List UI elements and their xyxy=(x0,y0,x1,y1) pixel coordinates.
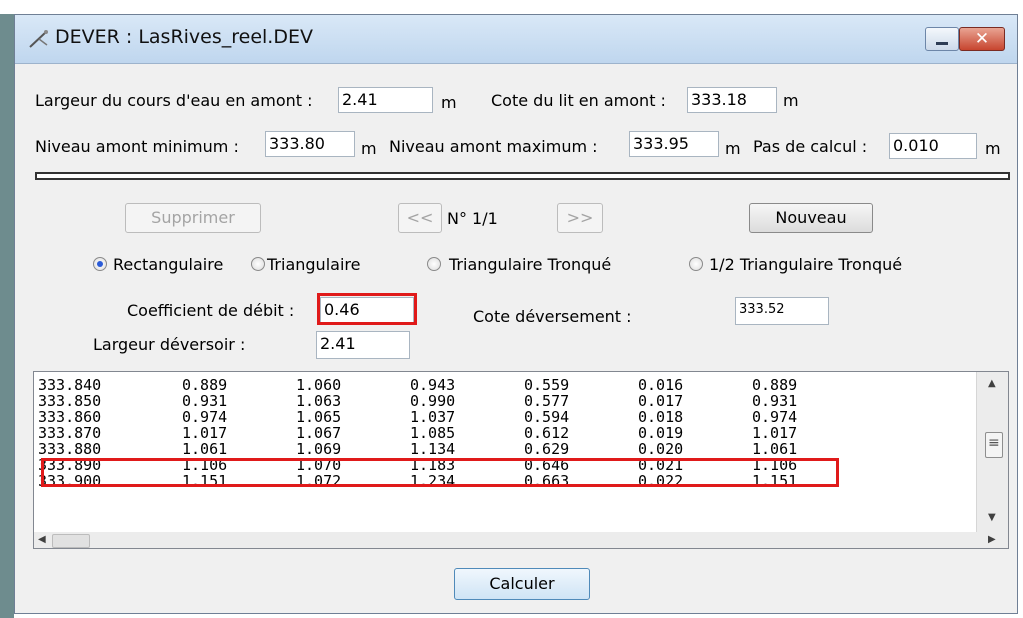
pas-calcul-input[interactable]: 0.010 xyxy=(889,133,977,159)
unit-label: m xyxy=(441,93,457,112)
compass-icon xyxy=(29,30,48,48)
cote-deversement-input[interactable]: 333.52 xyxy=(735,297,829,325)
horizontal-scrollbar[interactable]: ◀ ▶ xyxy=(34,532,1008,548)
cote-deversement-label: Cote déversement : xyxy=(473,307,632,326)
minimize-button[interactable] xyxy=(925,27,959,51)
largeur-deversoir-label: Largeur déversoir : xyxy=(93,335,246,354)
cote-lit-input[interactable]: 333.18 xyxy=(687,87,777,113)
niveau-max-input[interactable]: 333.95 xyxy=(629,131,719,157)
radio-triangulaire-label[interactable]: Triangulaire xyxy=(267,255,360,274)
radio-demi-triangulaire-tronque-label[interactable]: 1/2 Triangulaire Tronqué xyxy=(709,255,902,274)
title-bar[interactable]: DEVER : LasRives_reel.DEV ✕ xyxy=(15,15,1017,64)
prev-button[interactable]: << xyxy=(398,203,442,233)
radio-triangulaire-tronque[interactable] xyxy=(427,257,441,271)
row-highlight xyxy=(41,458,839,487)
horizontal-scroll-thumb[interactable] xyxy=(52,534,90,548)
next-button[interactable]: >> xyxy=(557,203,603,233)
niveau-max-label: Niveau amont maximum : xyxy=(389,137,598,156)
radio-rectangulaire[interactable] xyxy=(93,257,107,271)
niveau-min-label: Niveau amont minimum : xyxy=(35,137,239,156)
radio-triangulaire-tronque-label[interactable]: Triangulaire Tronqué xyxy=(449,255,611,274)
calculer-button[interactable]: Calculer xyxy=(454,568,590,600)
cote-lit-label: Cote du lit en amont : xyxy=(491,91,666,110)
unit-label: m xyxy=(361,139,377,158)
pas-calcul-label: Pas de calcul : xyxy=(753,137,868,156)
dever-window: DEVER : LasRives_reel.DEV ✕ Largeur du c… xyxy=(14,14,1018,614)
radio-rectangulaire-label[interactable]: Rectangulaire xyxy=(113,255,223,274)
largeur-deversoir-input[interactable]: 2.41 xyxy=(316,331,410,359)
coef-debit-label: Coefficient de débit : xyxy=(127,301,295,320)
nouveau-button[interactable]: Nouveau xyxy=(749,203,873,233)
close-icon: ✕ xyxy=(974,29,990,49)
record-counter: N° 1/1 xyxy=(447,209,498,228)
vertical-scrollbar[interactable]: ▲ ▼ xyxy=(976,372,1008,534)
scroll-left-arrow-icon[interactable]: ◀ xyxy=(38,534,46,545)
largeur-amont-input[interactable]: 2.41 xyxy=(338,87,433,113)
radio-demi-triangulaire-tronque[interactable] xyxy=(689,257,703,271)
window-title: DEVER : LasRives_reel.DEV xyxy=(55,26,313,48)
largeur-amont-label: Largeur du cours d'eau en amont : xyxy=(35,91,313,110)
coef-debit-highlight xyxy=(317,293,417,325)
supprimer-button[interactable]: Supprimer xyxy=(125,203,261,233)
scroll-up-arrow-icon[interactable]: ▲ xyxy=(988,378,996,389)
radio-triangulaire[interactable] xyxy=(251,257,265,271)
scroll-right-arrow-icon[interactable]: ▶ xyxy=(988,534,996,545)
close-button[interactable]: ✕ xyxy=(959,27,1005,51)
unit-label: m xyxy=(985,139,1001,158)
background-strip xyxy=(0,14,14,618)
unit-label: m xyxy=(783,91,799,110)
scroll-down-arrow-icon[interactable]: ▼ xyxy=(988,512,996,523)
niveau-min-input[interactable]: 333.80 xyxy=(265,131,355,157)
progress-bar xyxy=(35,172,1010,180)
vertical-scroll-thumb[interactable] xyxy=(985,432,1003,458)
unit-label: m xyxy=(725,139,741,158)
